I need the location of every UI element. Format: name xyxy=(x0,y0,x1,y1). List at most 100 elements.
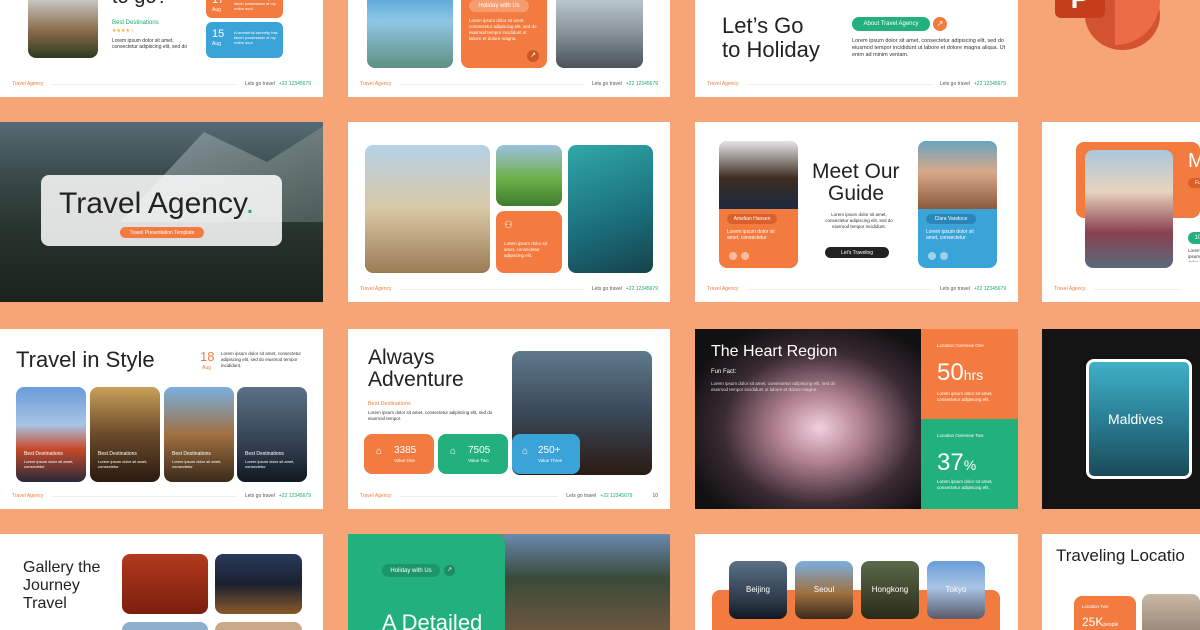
street-photo xyxy=(556,0,643,68)
slide-holiday-with-us[interactable]: Holiday with Us Lorem ipsum dolor sit am… xyxy=(348,0,670,97)
slide-best-destinations[interactable]: to go? Best Destinations ★★★★☆ Lorem ips… xyxy=(0,0,323,97)
slide-meet-guide[interactable]: Amelian Hansen Lorem ipsum dolor sit ame… xyxy=(695,122,1018,302)
stat3-value: 250+ xyxy=(538,445,561,456)
city-card-beijing[interactable]: Beijing xyxy=(729,561,787,619)
cover-title-dot: . xyxy=(245,187,255,220)
dest-card-4-label: Best Destinations xyxy=(245,451,284,457)
stat2-value: 7505 xyxy=(468,445,491,456)
social-icon-1[interactable] xyxy=(729,252,737,260)
location-title: Traveling Locatio xyxy=(1056,546,1185,565)
lets-traveling-button[interactable]: Let's Traveling xyxy=(825,247,889,258)
field-photo xyxy=(496,145,562,206)
footer-brand: Travel Agency xyxy=(360,286,392,292)
ov1-label: Location Overview One xyxy=(937,343,984,348)
social-icon-4[interactable] xyxy=(940,252,948,260)
stat3-icon: ⌂ xyxy=(522,446,529,457)
guide-title-1: Meet Our xyxy=(812,160,900,183)
social-icon-2[interactable] xyxy=(741,252,749,260)
slide-travel-in-style[interactable]: Travel in Style 18 Aug Lorem ipsum dolor… xyxy=(0,329,323,509)
city-card-tokyo[interactable]: Tokyo xyxy=(927,561,985,619)
style-title: Travel in Style xyxy=(16,347,155,372)
statue-photo xyxy=(367,0,453,68)
slide-traveling-location[interactable]: Traveling Locatio Location Two 25Kpeople xyxy=(1042,534,1200,630)
slide-travel-agency-cover[interactable]: Travel Agency. Travel Presentation Templ… xyxy=(0,122,323,302)
dest-card-2-label: Best Destinations xyxy=(98,451,137,457)
about-pill[interactable]: About Travel Agency xyxy=(852,17,930,31)
stat-card-1: ⌂ 3385 Value One xyxy=(364,434,434,474)
slide-gallery[interactable]: Gallery the Journey Travel xyxy=(0,534,323,630)
heart-body: Lorem ipsum dolor sit amet, consectetur … xyxy=(711,381,836,392)
slide-footer: Travel Agency Lets go travel +22 12345679 xyxy=(707,284,1006,294)
castle-photo xyxy=(28,0,98,58)
footer-phone: +22 12345679 xyxy=(625,81,658,87)
ov1-value: 50 xyxy=(937,359,964,386)
dest-card-2[interactable]: Best Destinations Lorem ipsum dolor sit … xyxy=(90,387,160,482)
stat1-label: Value One xyxy=(394,458,415,463)
footer-brand: Travel Agency xyxy=(1054,286,1086,292)
slide-partial-guide[interactable]: M Fu 10 Lorem ipsum dolor sit amet Trave… xyxy=(1042,122,1200,302)
dest-card-3-label: Best Destinations xyxy=(172,451,211,457)
title-line-2: to Holiday xyxy=(722,37,820,62)
arrow-icon[interactable]: ↗ xyxy=(933,17,947,31)
slide-cities[interactable]: Beijing Seoul Hongkong Tokyo xyxy=(695,534,1018,630)
stat-card-2: ⌂ 7505 Value Two xyxy=(438,434,508,474)
info-card-text: Lorem ipsum dolor sit amet, consectetur … xyxy=(504,241,548,258)
guide1-name: Amelian Hansen xyxy=(727,214,777,224)
slide-a-detailed[interactable]: Holiday with Us ↗ A Detailed xyxy=(348,534,670,630)
colosseum-photo xyxy=(365,145,490,273)
cabin-photo xyxy=(503,534,670,630)
ov1-text: Lorem ipsum dolor sit amet, consectetur … xyxy=(937,391,993,402)
about-body: Lorem ipsum dolor sit amet, consectetur … xyxy=(852,38,1006,58)
date-card-1: 17 Aug A wonderful serenity has taken po… xyxy=(206,0,283,18)
arrow-icon[interactable]: ↗ xyxy=(444,565,455,576)
dest-card-1-text: Lorem ipsum dolor sit amet, consectetur xyxy=(24,459,74,469)
overview-one-panel: Location Overview One 50hrs Lorem ipsum … xyxy=(921,329,1018,419)
footer-tagline: Lets go travel xyxy=(244,81,275,87)
slide-always-adventure[interactable]: Always Adventure Best Destinations Lorem… xyxy=(348,329,670,509)
social-icon-3[interactable] xyxy=(928,252,936,260)
dest-card-1-label: Best Destinations xyxy=(24,451,63,457)
ov1-value-wrap: 50hrs xyxy=(937,359,983,387)
footer-tagline: Lets go travel xyxy=(244,493,275,499)
partial-title: M xyxy=(1188,150,1200,172)
stat1-icon: ⌂ xyxy=(376,446,383,457)
people-icon: ⚇ xyxy=(504,220,513,231)
guide2-photo xyxy=(918,141,997,209)
dest-card-1[interactable]: Best Destinations Lorem ipsum dolor sit … xyxy=(16,387,86,482)
slide-heart-region[interactable]: The Heart Region Fun Fact: Lorem ipsum d… xyxy=(695,329,1018,509)
dest-card-2-text: Lorem ipsum dolor sit amet, consectetur xyxy=(98,459,148,469)
date1-month: Aug xyxy=(212,7,221,13)
guide1-text: Lorem ipsum dolor sit amet, consectetur xyxy=(727,229,775,241)
adventure-section: Best Destinations xyxy=(368,401,411,407)
page-number: 10 xyxy=(652,493,658,499)
adventure-body: Lorem ipsum dolor sit amet, consectetur … xyxy=(368,410,493,421)
title-line-1: Let’s Go xyxy=(722,13,804,38)
dest-card-4[interactable]: Best Destinations Lorem ipsum dolor sit … xyxy=(237,387,307,482)
ov1-unit: hrs xyxy=(963,367,984,383)
detailed-pill[interactable]: Holiday with Us xyxy=(382,564,440,577)
cover-card: Travel Agency. Travel Presentation Templ… xyxy=(41,175,282,246)
rating-stars: ★★★★☆ xyxy=(112,28,135,34)
holiday-card: Holiday with Us Lorem ipsum dolor sit am… xyxy=(461,0,547,68)
arrow-icon[interactable]: ↗ xyxy=(527,50,539,62)
style-date-num: 18 xyxy=(200,349,215,364)
holiday-body: Lorem ipsum dolor sit amet, consectetur … xyxy=(469,18,537,41)
footer-brand: Travel Agency xyxy=(707,286,739,292)
holiday-pill[interactable]: Holiday with Us xyxy=(469,0,529,12)
date1-text: A wonderful serenity has taken possessio… xyxy=(234,0,278,11)
city-card-hongkong[interactable]: Hongkong xyxy=(861,561,919,619)
guide-body: Lorem ipsum dolor sit amet, consectetur … xyxy=(825,212,893,229)
location-ov: Location Two xyxy=(1082,604,1109,609)
guide2-text: Lorem ipsum dolor sit amet, consectetur xyxy=(926,229,974,241)
partial-body: Lorem ipsum dolor sit amet xyxy=(1188,248,1200,262)
slide-maldives[interactable]: Maldives xyxy=(1042,329,1200,509)
footer-tagline: Lets go travel xyxy=(939,81,970,87)
guide-title-2: Guide xyxy=(828,182,885,205)
slide-lets-go-holiday[interactable]: Let’s Go to Holiday About Travel Agency … xyxy=(695,0,1018,97)
slide-colosseum[interactable]: ⚇ Lorem ipsum dolor sit amet, consectetu… xyxy=(348,122,670,302)
city-card-seoul[interactable]: Seoul xyxy=(795,561,853,619)
ov2-text: Lorem ipsum dolor sit amet, consectetur … xyxy=(937,479,993,490)
dest-card-3[interactable]: Best Destinations Lorem ipsum dolor sit … xyxy=(164,387,234,482)
footer-phone: +22 12345679 xyxy=(600,493,633,499)
footer-phone: +22 12345679 xyxy=(278,81,311,87)
